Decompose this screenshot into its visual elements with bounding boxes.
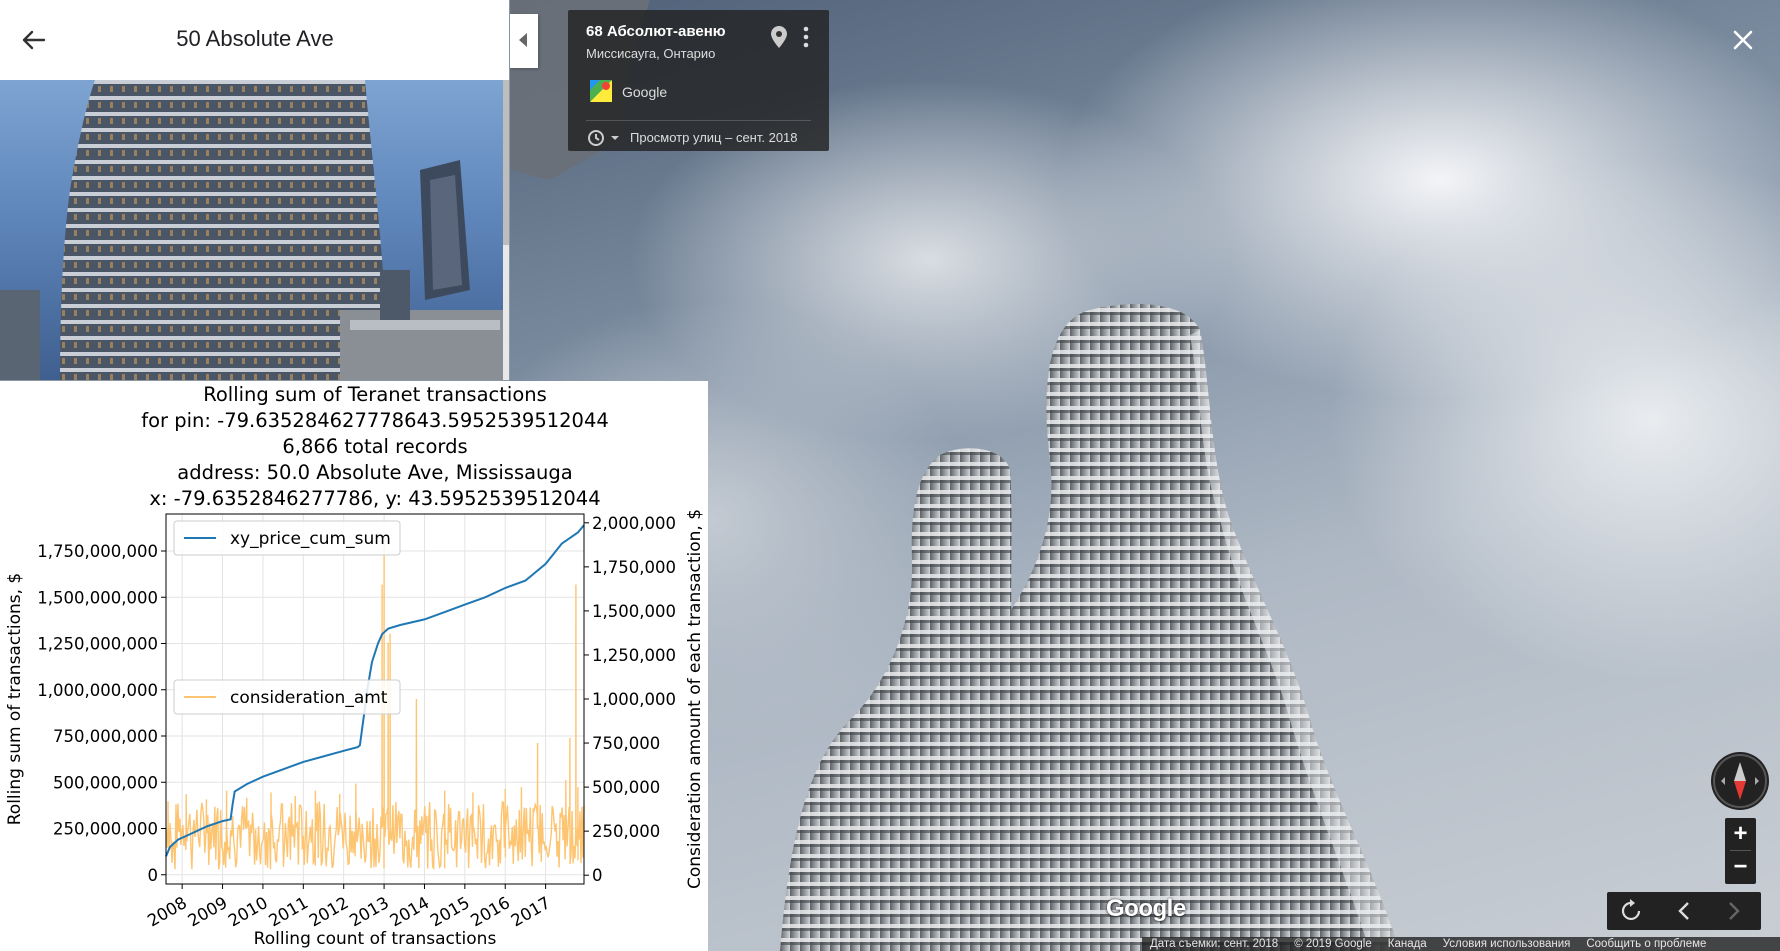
x-tick-label: 2010 xyxy=(225,893,271,930)
y-left-tick-label: 250,000,000 xyxy=(53,820,158,839)
chart-title-line-5: x: -79.6352846277786, y: 43.595253951204… xyxy=(149,487,600,510)
terms-link[interactable]: Условия использования xyxy=(1435,938,1579,950)
close-icon[interactable] xyxy=(1727,24,1759,56)
chart-title-line-4: address: 50.0 Absolute Ave, Mississauga xyxy=(177,461,572,484)
x-tick-label: 2015 xyxy=(427,893,473,930)
collapse-panel-button[interactable] xyxy=(510,14,538,68)
divider xyxy=(586,120,811,121)
chart-title-line-3: 6,866 total records xyxy=(282,435,467,458)
history-icon[interactable] xyxy=(586,126,626,148)
y-right-tick-label: 1,500,000 xyxy=(592,602,676,621)
y-left-axis-label: Rolling sum of transactions, $ xyxy=(5,573,25,826)
chevron-right-icon[interactable] xyxy=(1709,892,1759,930)
report-problem-link[interactable]: Сообщить о проблеме xyxy=(1578,938,1714,950)
building-photo-illustration xyxy=(0,80,503,380)
capture-date: Дата съемки: сент. 2018 xyxy=(1150,938,1279,950)
copyright: © 2019 Google xyxy=(1294,938,1372,950)
y-left-tick-label: 1,750,000,000 xyxy=(37,542,158,561)
scrollbar-thumb[interactable] xyxy=(503,80,509,245)
x-tick-label: 2017 xyxy=(508,893,554,930)
x-tick-label: 2011 xyxy=(265,893,311,930)
y-left-tick-label: 1,000,000,000 xyxy=(37,681,158,700)
place-photo[interactable] xyxy=(0,80,503,380)
y-right-tick-label: 250,000 xyxy=(592,822,660,841)
imagery-date: Просмотр улиц – сент. 2018 xyxy=(630,130,798,145)
more-vert-icon[interactable] xyxy=(802,26,810,48)
legend-consideration-amt: consideration_amt xyxy=(173,679,401,715)
rotate-icon[interactable] xyxy=(1607,892,1657,930)
chevron-left-icon[interactable] xyxy=(1659,892,1709,930)
back-arrow-icon[interactable] xyxy=(18,24,50,56)
country-link[interactable]: Канада xyxy=(1380,938,1435,950)
x-tick-label: 2014 xyxy=(387,893,433,930)
pin-icon[interactable] xyxy=(771,26,787,48)
google-maps-icon xyxy=(590,80,612,102)
location-title: 68 Абсолют-авеню xyxy=(586,23,726,40)
compass-icon xyxy=(1713,754,1767,808)
y-right-tick-label: 2,000,000 xyxy=(592,514,676,533)
y-right-tick-label: 1,000,000 xyxy=(592,690,676,709)
x-tick-label: 2009 xyxy=(185,893,231,930)
legend-xy-price-cum-sum: xy_price_cum_sum xyxy=(173,520,401,556)
footer-bar: Дата съемки: сент. 2018 © 2019 Google Ка… xyxy=(1142,937,1780,951)
imagery-source: Google xyxy=(622,84,668,100)
y-right-tick-label: 500,000 xyxy=(592,778,660,797)
y-left-tick-label: 1,250,000,000 xyxy=(37,635,158,654)
location-info-card: 68 Абсолют-авеню Миссисауга, Онтарио Goo… xyxy=(568,10,829,151)
google-logo: Google xyxy=(1106,895,1186,922)
x-tick-label: 2008 xyxy=(144,893,190,930)
x-tick-label: 2013 xyxy=(346,893,392,930)
panel-header: 50 Absolute Ave xyxy=(0,0,509,80)
compass-button[interactable] xyxy=(1711,752,1769,810)
y-right-tick-label: 1,750,000 xyxy=(592,558,676,577)
y-left-tick-label: 1,500,000,000 xyxy=(37,588,158,607)
place-panel: 50 Absolute Ave xyxy=(0,0,509,380)
y-right-tick-label: 750,000 xyxy=(592,734,660,753)
x-tick-label: 2016 xyxy=(467,893,513,930)
zoom-out-button[interactable]: − xyxy=(1725,851,1756,883)
y-right-axis-label: Consideration amount of each transaction… xyxy=(685,509,705,889)
y-right-tick-label: 0 xyxy=(592,866,603,885)
legend-label: xy_price_cum_sum xyxy=(230,529,391,549)
y-left-tick-label: 0 xyxy=(148,866,159,885)
y-right-tick-label: 1,250,000 xyxy=(592,646,676,665)
legend-label: consideration_amt xyxy=(230,688,388,708)
zoom-controls: + − xyxy=(1725,818,1756,884)
panel-title: 50 Absolute Ave xyxy=(176,26,334,51)
x-axis-label: Rolling count of transactions xyxy=(254,929,497,949)
navigation-bar xyxy=(1607,892,1761,930)
zoom-in-button[interactable]: + xyxy=(1725,818,1756,850)
chart-overlay: Rolling sum of Teranet transactions for … xyxy=(0,381,708,951)
location-subtitle: Миссисауга, Онтарио xyxy=(586,46,716,61)
chart-title-line-2: for pin: -79.635284627778643.59525395120… xyxy=(141,409,609,432)
y-left-tick-label: 750,000,000 xyxy=(53,727,158,746)
y-left-tick-label: 500,000,000 xyxy=(53,773,158,792)
x-tick-label: 2012 xyxy=(306,893,352,930)
caret-left-icon xyxy=(519,33,527,47)
chart-title-line-1: Rolling sum of Teranet transactions xyxy=(203,383,547,406)
rolling-sum-chart: Rolling sum of Teranet transactions for … xyxy=(5,383,705,949)
